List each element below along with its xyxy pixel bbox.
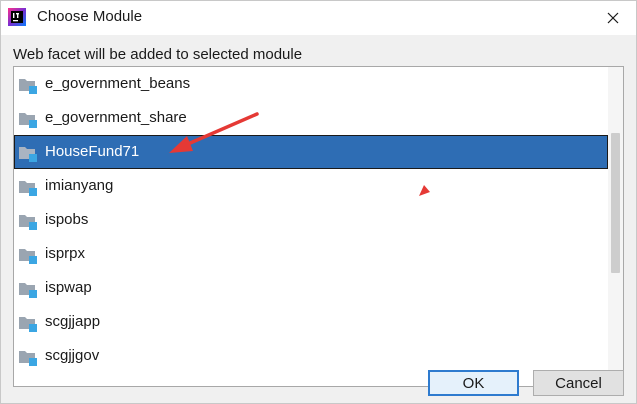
module-list-item[interactable]: ispwap — [14, 271, 608, 305]
module-list-item[interactable]: imianyang — [14, 169, 608, 203]
module-list-item-label: scgjjapp — [45, 313, 101, 330]
module-folder-icon — [19, 351, 37, 366]
module-list-item-label: HouseFund71 — [45, 143, 140, 160]
module-list-item-label: ispobs — [45, 211, 89, 228]
module-list-item-label: ispwap — [45, 279, 92, 296]
module-list-item[interactable]: scgjjgov — [14, 339, 608, 373]
module-folder-icon — [19, 181, 37, 196]
close-icon — [607, 12, 619, 24]
module-folder-icon — [19, 215, 37, 230]
dialog-body: Web facet will be added to selected modu… — [1, 35, 636, 403]
dialog-prompt: Web facet will be added to selected modu… — [13, 46, 303, 63]
module-list-item[interactable]: e_government_share — [14, 101, 608, 135]
module-list-box[interactable]: e_government_beans e_government_share Hous… — [13, 66, 624, 387]
module-list-item-label: e_government_beans — [45, 75, 191, 92]
module-list-item[interactable]: scgjjapp — [14, 305, 608, 339]
module-list-item-label: isprpx — [45, 245, 86, 262]
vertical-scrollbar[interactable] — [608, 67, 623, 386]
module-list[interactable]: e_government_beans e_government_share Hous… — [14, 67, 608, 386]
module-folder-icon — [19, 147, 37, 162]
choose-module-dialog: Choose Module Web facet will be added to… — [0, 0, 637, 404]
window-title: Choose Module — [37, 8, 143, 25]
scrollbar-thumb[interactable] — [611, 133, 620, 273]
title-bar: Choose Module — [1, 1, 636, 35]
module-list-item[interactable]: HouseFund71 — [14, 135, 608, 169]
module-list-item[interactable]: isprpx — [14, 237, 608, 271]
close-button[interactable] — [590, 1, 636, 35]
ok-button[interactable]: OK — [428, 370, 519, 396]
module-folder-icon — [19, 79, 37, 94]
cancel-button[interactable]: Cancel — [533, 370, 624, 396]
module-folder-icon — [19, 249, 37, 264]
module-folder-icon — [19, 317, 37, 332]
intellij-app-icon — [8, 8, 26, 26]
module-list-item[interactable]: e_government_beans — [14, 67, 608, 101]
module-folder-icon — [19, 283, 37, 298]
module-list-item-label: e_government_share — [45, 109, 187, 126]
module-folder-icon — [19, 113, 37, 128]
module-list-item-label: scgjjgov — [45, 347, 100, 364]
module-list-item-label: imianyang — [45, 177, 114, 194]
module-list-item[interactable]: ispobs — [14, 203, 608, 237]
